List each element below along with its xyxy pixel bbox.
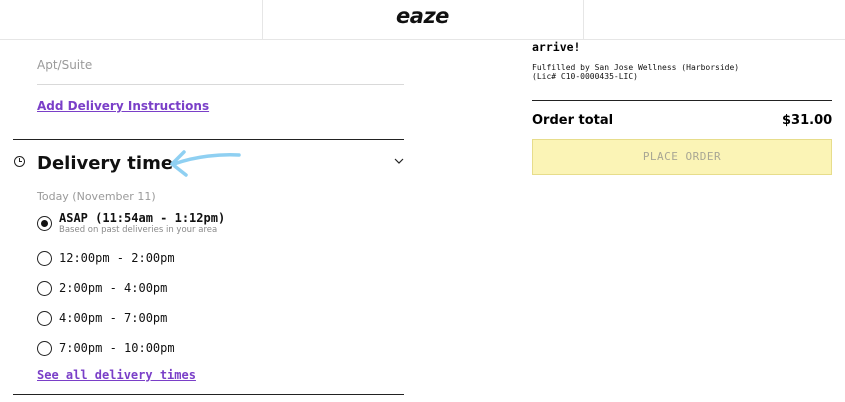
radio-12-2[interactable] bbox=[37, 251, 52, 266]
delivery-time-title[interactable]: Delivery time bbox=[37, 153, 173, 174]
place-order-button[interactable]: PLACE ORDER bbox=[532, 139, 832, 175]
order-total-value: $31.00 bbox=[782, 113, 833, 128]
apt-suite-input[interactable]: Apt/Suite bbox=[37, 58, 92, 72]
top-header: eaze bbox=[0, 0, 845, 40]
radio-asap[interactable] bbox=[37, 216, 52, 231]
fulfilled-line-1: Fulfilled by San Jose Wellness (Harborsi… bbox=[532, 63, 740, 72]
order-total-label: Order total bbox=[532, 113, 614, 128]
fulfilled-line-2: (Lic# C10-0000435-LIC) bbox=[532, 72, 638, 81]
summary-divider bbox=[532, 100, 832, 101]
arrive-text: arrive! bbox=[532, 40, 581, 54]
annotation-arrow-icon bbox=[170, 150, 241, 177]
chevron-down-icon[interactable] bbox=[394, 157, 404, 165]
option-2-4-label[interactable]: 2:00pm - 4:00pm bbox=[59, 281, 167, 295]
see-all-delivery-times-link[interactable]: See all delivery times bbox=[37, 368, 196, 382]
radio-2-4[interactable] bbox=[37, 281, 52, 296]
delivery-day-label: Today (November 11) bbox=[37, 190, 156, 203]
apt-suite-underline bbox=[37, 84, 404, 85]
radio-4-7[interactable] bbox=[37, 311, 52, 326]
option-asap-label[interactable]: ASAP (11:54am - 1:12pm) bbox=[59, 211, 225, 225]
clock-icon bbox=[14, 156, 25, 167]
eaze-logo[interactable]: eaze bbox=[0, 4, 845, 28]
header-divider-right bbox=[583, 0, 584, 39]
add-delivery-instructions-link[interactable]: Add Delivery Instructions bbox=[37, 99, 209, 113]
radio-7-10[interactable] bbox=[37, 341, 52, 356]
option-7-10-label[interactable]: 7:00pm - 10:00pm bbox=[59, 341, 175, 355]
option-4-7-label[interactable]: 4:00pm - 7:00pm bbox=[59, 311, 167, 325]
section-divider bbox=[13, 139, 404, 140]
fulfilled-by: Fulfilled by San Jose Wellness (Harborsi… bbox=[532, 63, 739, 81]
option-asap-sublabel: Based on past deliveries in your area bbox=[59, 225, 218, 235]
option-12-2-label[interactable]: 12:00pm - 2:00pm bbox=[59, 251, 175, 265]
section-divider-bottom bbox=[13, 394, 404, 395]
